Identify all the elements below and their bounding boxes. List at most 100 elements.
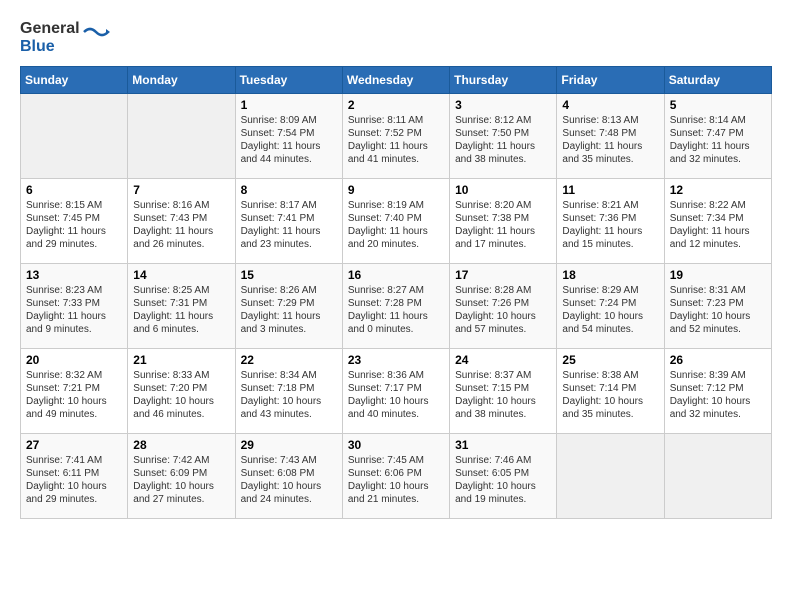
day-number: 29 <box>241 438 337 452</box>
calendar-cell: 5 Sunrise: 8:14 AM Sunset: 7:47 PM Daylig… <box>664 94 771 179</box>
calendar-header-saturday: Saturday <box>664 67 771 94</box>
day-number: 11 <box>562 183 658 197</box>
calendar-cell: 31Sunrise: 7:46 AM Sunset: 6:05 PM Dayli… <box>450 434 557 519</box>
day-info: Sunrise: 8:36 AM Sunset: 7:17 PM Dayligh… <box>348 369 444 421</box>
day-number: 23 <box>348 353 444 367</box>
calendar-week-1: 1 Sunrise: 8:09 AM Sunset: 7:54 PM Daylig… <box>21 94 772 179</box>
calendar-header-monday: Monday <box>128 67 235 94</box>
day-number: 26 <box>670 353 766 367</box>
calendar-cell: 25 Sunrise: 8:38 AM Sunset: 7:14 PM Dayli… <box>557 349 664 434</box>
calendar-header-tuesday: Tuesday <box>235 67 342 94</box>
day-number: 17 <box>455 268 551 282</box>
calendar-cell: 24Sunrise: 8:37 AM Sunset: 7:15 PM Dayli… <box>450 349 557 434</box>
day-number: 8 <box>241 183 337 197</box>
calendar-cell: 27 Sunrise: 7:41 AM Sunset: 6:11 PM Dayli… <box>21 434 128 519</box>
calendar-cell: 3 Sunrise: 8:12 AM Sunset: 7:50 PM Daylig… <box>450 94 557 179</box>
calendar-cell: 20 Sunrise: 8:32 AM Sunset: 7:21 PM Dayli… <box>21 349 128 434</box>
day-info: Sunrise: 7:43 AM Sunset: 6:08 PM Dayligh… <box>241 454 337 506</box>
calendar-cell: 26 Sunrise: 8:39 AM Sunset: 7:12 PM Dayli… <box>664 349 771 434</box>
calendar-body: 1 Sunrise: 8:09 AM Sunset: 7:54 PM Daylig… <box>21 94 772 519</box>
day-number: 3 <box>455 98 551 112</box>
day-number: 27 <box>26 438 122 452</box>
day-number: 14 <box>133 268 229 282</box>
calendar-cell: 28 Sunrise: 7:42 AM Sunset: 6:09 PM Dayli… <box>128 434 235 519</box>
calendar-cell: 17 Sunrise: 8:28 AM Sunset: 7:26 PM Dayli… <box>450 264 557 349</box>
calendar-cell <box>128 94 235 179</box>
day-number: 21 <box>133 353 229 367</box>
day-info: Sunrise: 8:22 AM Sunset: 7:34 PM Dayligh… <box>670 199 766 251</box>
day-info: Sunrise: 7:41 AM Sunset: 6:11 PM Dayligh… <box>26 454 122 506</box>
calendar-cell: 16 Sunrise: 8:27 AM Sunset: 7:28 PM Dayli… <box>342 264 449 349</box>
calendar-cell: 10 Sunrise: 8:20 AM Sunset: 7:38 PM Dayli… <box>450 179 557 264</box>
day-number: 5 <box>670 98 766 112</box>
day-info: Sunrise: 8:23 AM Sunset: 7:33 PM Dayligh… <box>26 284 122 336</box>
day-number: 9 <box>348 183 444 197</box>
calendar-week-4: 20 Sunrise: 8:32 AM Sunset: 7:21 PM Dayli… <box>21 349 772 434</box>
calendar-cell: 15 Sunrise: 8:26 AM Sunset: 7:29 PM Dayli… <box>235 264 342 349</box>
calendar-header-thursday: Thursday <box>450 67 557 94</box>
day-number: 15 <box>241 268 337 282</box>
day-number: 22 <box>241 353 337 367</box>
day-number: 18 <box>562 268 658 282</box>
day-info: Sunrise: 8:17 AM Sunset: 7:41 PM Dayligh… <box>241 199 337 251</box>
day-info: Sunrise: 8:38 AM Sunset: 7:14 PM Dayligh… <box>562 369 658 421</box>
calendar-cell: 8 Sunrise: 8:17 AM Sunset: 7:41 PM Daylig… <box>235 179 342 264</box>
day-number: 10 <box>455 183 551 197</box>
day-info: Sunrise: 7:42 AM Sunset: 6:09 PM Dayligh… <box>133 454 229 506</box>
page-header: General Blue <box>20 20 772 56</box>
calendar-cell: 18 Sunrise: 8:29 AM Sunset: 7:24 PM Dayli… <box>557 264 664 349</box>
day-info: Sunrise: 8:29 AM Sunset: 7:24 PM Dayligh… <box>562 284 658 336</box>
calendar-cell <box>557 434 664 519</box>
day-number: 12 <box>670 183 766 197</box>
calendar-cell: 30Sunrise: 7:45 AM Sunset: 6:06 PM Dayli… <box>342 434 449 519</box>
day-number: 16 <box>348 268 444 282</box>
calendar-cell: 9 Sunrise: 8:19 AM Sunset: 7:40 PM Daylig… <box>342 179 449 264</box>
calendar-cell: 21 Sunrise: 8:33 AM Sunset: 7:20 PM Dayli… <box>128 349 235 434</box>
day-number: 20 <box>26 353 122 367</box>
logo: General Blue <box>20 20 110 56</box>
day-number: 7 <box>133 183 229 197</box>
calendar-header: SundayMondayTuesdayWednesdayThursdayFrid… <box>21 67 772 94</box>
day-info: Sunrise: 8:37 AM Sunset: 7:15 PM Dayligh… <box>455 369 551 421</box>
day-info: Sunrise: 8:19 AM Sunset: 7:40 PM Dayligh… <box>348 199 444 251</box>
day-number: 31 <box>455 438 551 452</box>
day-info: Sunrise: 8:27 AM Sunset: 7:28 PM Dayligh… <box>348 284 444 336</box>
calendar-cell: 11 Sunrise: 8:21 AM Sunset: 7:36 PM Dayli… <box>557 179 664 264</box>
day-info: Sunrise: 8:33 AM Sunset: 7:20 PM Dayligh… <box>133 369 229 421</box>
day-info: Sunrise: 8:28 AM Sunset: 7:26 PM Dayligh… <box>455 284 551 336</box>
day-number: 13 <box>26 268 122 282</box>
calendar-header-friday: Friday <box>557 67 664 94</box>
calendar-cell: 1 Sunrise: 8:09 AM Sunset: 7:54 PM Daylig… <box>235 94 342 179</box>
day-info: Sunrise: 8:32 AM Sunset: 7:21 PM Dayligh… <box>26 369 122 421</box>
day-info: Sunrise: 8:12 AM Sunset: 7:50 PM Dayligh… <box>455 114 551 166</box>
calendar-cell: 22 Sunrise: 8:34 AM Sunset: 7:18 PM Dayli… <box>235 349 342 434</box>
logo-general-text: General <box>20 20 80 38</box>
calendar-cell: 19Sunrise: 8:31 AM Sunset: 7:23 PM Dayli… <box>664 264 771 349</box>
calendar-cell: 6Sunrise: 8:15 AM Sunset: 7:45 PM Daylig… <box>21 179 128 264</box>
day-info: Sunrise: 8:34 AM Sunset: 7:18 PM Dayligh… <box>241 369 337 421</box>
day-info: Sunrise: 8:39 AM Sunset: 7:12 PM Dayligh… <box>670 369 766 421</box>
calendar-cell: 13 Sunrise: 8:23 AM Sunset: 7:33 PM Dayli… <box>21 264 128 349</box>
day-info: Sunrise: 8:14 AM Sunset: 7:47 PM Dayligh… <box>670 114 766 166</box>
day-info: Sunrise: 8:31 AM Sunset: 7:23 PM Dayligh… <box>670 284 766 336</box>
day-info: Sunrise: 8:21 AM Sunset: 7:36 PM Dayligh… <box>562 199 658 251</box>
calendar-header-wednesday: Wednesday <box>342 67 449 94</box>
day-number: 1 <box>241 98 337 112</box>
calendar-cell: 23 Sunrise: 8:36 AM Sunset: 7:17 PM Dayli… <box>342 349 449 434</box>
day-number: 28 <box>133 438 229 452</box>
day-number: 30 <box>348 438 444 452</box>
day-info: Sunrise: 8:09 AM Sunset: 7:54 PM Dayligh… <box>241 114 337 166</box>
day-info: Sunrise: 8:26 AM Sunset: 7:29 PM Dayligh… <box>241 284 337 336</box>
calendar-cell: 12 Sunrise: 8:22 AM Sunset: 7:34 PM Dayli… <box>664 179 771 264</box>
day-number: 4 <box>562 98 658 112</box>
day-info: Sunrise: 8:20 AM Sunset: 7:38 PM Dayligh… <box>455 199 551 251</box>
day-info: Sunrise: 8:25 AM Sunset: 7:31 PM Dayligh… <box>133 284 229 336</box>
logo-blue-text: Blue <box>20 38 55 55</box>
day-number: 25 <box>562 353 658 367</box>
day-info: Sunrise: 8:13 AM Sunset: 7:48 PM Dayligh… <box>562 114 658 166</box>
calendar-week-3: 13 Sunrise: 8:23 AM Sunset: 7:33 PM Dayli… <box>21 264 772 349</box>
day-number: 6 <box>26 183 122 197</box>
logo-wave-icon <box>82 20 110 38</box>
calendar-week-2: 6Sunrise: 8:15 AM Sunset: 7:45 PM Daylig… <box>21 179 772 264</box>
day-info: Sunrise: 8:16 AM Sunset: 7:43 PM Dayligh… <box>133 199 229 251</box>
